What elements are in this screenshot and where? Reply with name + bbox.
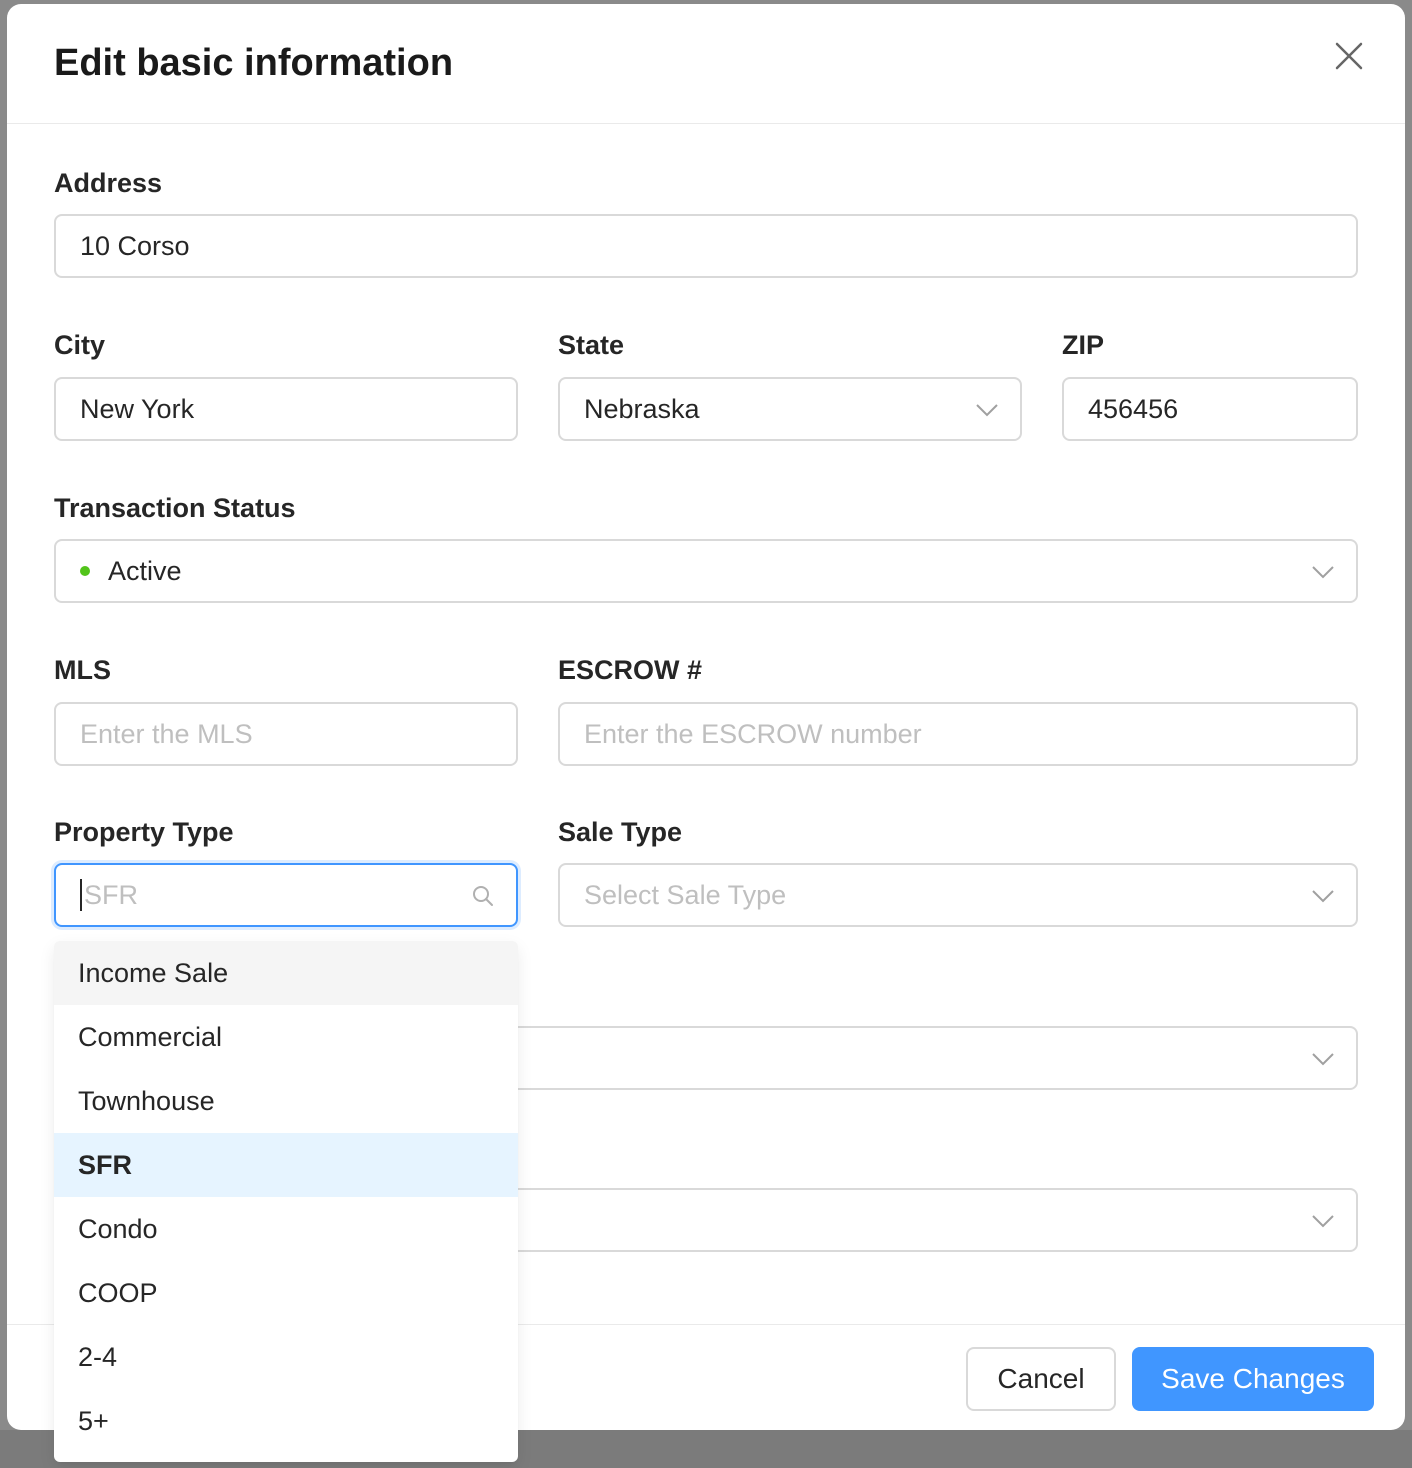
transaction-status-label: Transaction Status [54, 493, 296, 523]
state-label: State [558, 330, 625, 360]
status-dot-icon [80, 566, 90, 576]
transaction-status-value: Active [108, 555, 182, 586]
property-type-search[interactable]: SFR [54, 863, 518, 927]
chevron-down-icon [1312, 1053, 1334, 1066]
mls-placeholder: Enter the MLS [80, 718, 253, 749]
city-label: City [54, 330, 106, 360]
zip-input[interactable]: 456456 [1062, 377, 1358, 441]
address-input[interactable]: 10 Corso [54, 214, 1358, 278]
sale-type-select[interactable]: Select Sale Type [558, 863, 1358, 927]
dropdown-option-commercial[interactable]: Commercial [54, 1005, 518, 1069]
escrow-input[interactable]: Enter the ESCROW number [558, 702, 1358, 766]
zip-value: 456456 [1088, 393, 1179, 424]
property-type-label: Property Type [54, 817, 234, 847]
address-value: 10 Corso [80, 230, 190, 261]
sale-type-label: Sale Type [558, 817, 683, 847]
city-value: New York [80, 393, 195, 424]
dropdown-option-2-4[interactable]: 2-4 [54, 1325, 518, 1389]
chevron-down-icon [1312, 890, 1334, 903]
transaction-status-select[interactable]: Active [54, 539, 1358, 603]
sale-type-placeholder: Select Sale Type [584, 879, 787, 910]
cancel-button[interactable]: Cancel [966, 1347, 1116, 1411]
chevron-down-icon [1312, 1215, 1334, 1228]
dropdown-option-5-plus[interactable]: 5+ [54, 1389, 518, 1453]
escrow-label: ESCROW # [558, 655, 703, 685]
mls-input[interactable]: Enter the MLS [54, 702, 518, 766]
modal-header: Edit basic information [7, 4, 1405, 124]
dropdown-option-coop[interactable]: COOP [54, 1261, 518, 1325]
dropdown-option-income-sale[interactable]: Income Sale [54, 941, 518, 1005]
state-value: Nebraska [584, 393, 700, 424]
zip-label: ZIP [1062, 330, 1105, 360]
dropdown-option-condo[interactable]: Condo [54, 1197, 518, 1261]
save-changes-button[interactable]: Save Changes [1132, 1347, 1374, 1411]
escrow-placeholder: Enter the ESCROW number [584, 718, 922, 749]
search-icon [473, 886, 493, 906]
dropdown-option-sfr[interactable]: SFR [54, 1133, 518, 1197]
modal-title: Edit basic information [54, 42, 454, 84]
property-type-dropdown: Income Sale Commercial Townhouse SFR Con… [54, 941, 518, 1462]
chevron-down-icon [976, 404, 998, 417]
address-label: Address [54, 168, 163, 198]
city-input[interactable]: New York [54, 377, 518, 441]
state-select[interactable]: Nebraska [558, 377, 1022, 441]
mls-label: MLS [54, 655, 111, 685]
text-caret [80, 879, 82, 911]
chevron-down-icon [1312, 566, 1334, 579]
dropdown-option-townhouse[interactable]: Townhouse [54, 1069, 518, 1133]
close-icon[interactable] [1333, 40, 1365, 72]
property-type-search-placeholder: SFR [84, 879, 138, 910]
